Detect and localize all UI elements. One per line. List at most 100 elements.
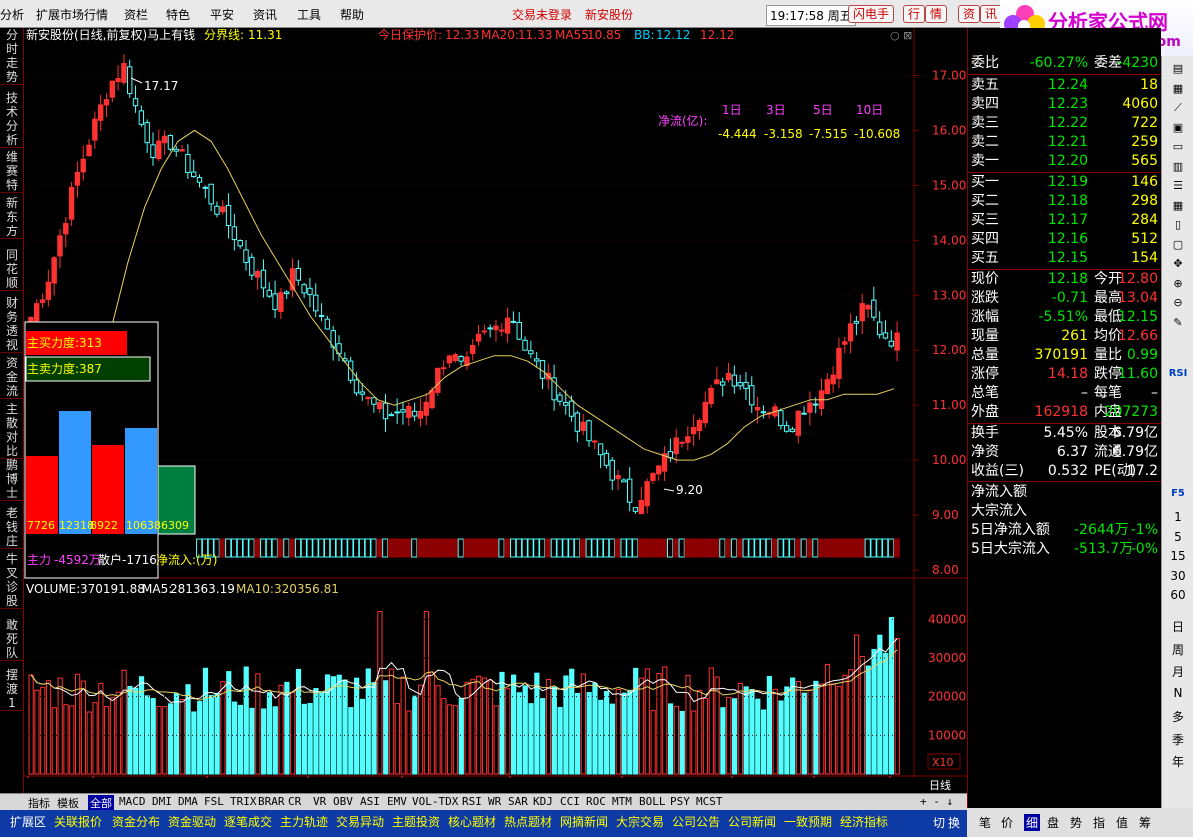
- candle-body[interactable]: [318, 314, 325, 317]
- left-tab-12[interactable]: 敢死队: [0, 618, 24, 661]
- left-tab-5[interactable]: 同花顺: [0, 248, 24, 291]
- volume-bar[interactable]: [133, 687, 139, 775]
- doc-icon[interactable]: ▯: [1168, 216, 1188, 234]
- candle-body[interactable]: [685, 436, 691, 443]
- volume-bar[interactable]: [214, 692, 220, 775]
- candle-body[interactable]: [68, 186, 75, 220]
- bid-row-1[interactable]: 买一 12.19 146: [968, 173, 1162, 192]
- candle-body[interactable]: [714, 379, 720, 385]
- volume-bar[interactable]: [69, 705, 75, 775]
- volume-bar[interactable]: [557, 707, 563, 775]
- candle-body[interactable]: [876, 321, 883, 336]
- candle-body[interactable]: [737, 382, 743, 387]
- volume-bar[interactable]: [662, 666, 668, 775]
- candle-body[interactable]: [417, 410, 424, 419]
- indicator-tab-21[interactable]: ROC: [586, 795, 606, 808]
- candle-body[interactable]: [528, 350, 534, 355]
- indicator-tab-18[interactable]: SAR: [508, 795, 528, 808]
- bottom-tab-7[interactable]: 交易异动: [336, 813, 384, 830]
- volume-bar[interactable]: [173, 693, 180, 775]
- minute-period-30[interactable]: 30: [1162, 569, 1193, 583]
- candle-body[interactable]: [208, 183, 214, 205]
- candle-body[interactable]: [731, 374, 738, 387]
- volume-bar[interactable]: [429, 671, 435, 775]
- menu-tools[interactable]: 工具: [297, 6, 321, 23]
- indicator-tab-11[interactable]: VR: [313, 795, 326, 808]
- volume-bar[interactable]: [877, 634, 883, 775]
- candle-body[interactable]: [865, 304, 871, 310]
- volume-bar[interactable]: [627, 689, 633, 775]
- candle-body[interactable]: [719, 381, 726, 386]
- bid-row-5[interactable]: 买五 12.15 154: [968, 249, 1162, 268]
- volume-bar[interactable]: [458, 697, 464, 775]
- volume-bar[interactable]: [894, 638, 900, 775]
- indicator-tab-1[interactable]: 指标: [28, 795, 50, 811]
- bottom-tab-9[interactable]: 核心题材: [448, 813, 496, 830]
- minute-period-5[interactable]: 5: [1162, 530, 1193, 544]
- chart-icon[interactable]: ▤: [1168, 60, 1188, 78]
- candle-body[interactable]: [470, 344, 476, 355]
- bottom-tab-1[interactable]: 扩展区: [10, 813, 46, 830]
- f5-shortcut[interactable]: F5: [1162, 488, 1193, 499]
- candle-body[interactable]: [115, 78, 121, 83]
- menu-ext-market[interactable]: 扩展市场行情: [36, 6, 108, 23]
- bottom-tab-2[interactable]: 关联报价: [54, 813, 102, 830]
- volume-bar[interactable]: [127, 685, 133, 775]
- candle-body[interactable]: [452, 354, 458, 362]
- period-button-1[interactable]: 日: [1162, 618, 1193, 635]
- volume-bar[interactable]: [330, 676, 337, 775]
- left-tab-6[interactable]: 财务透视: [0, 296, 24, 353]
- bottom-tab-15[interactable]: 一致预期: [784, 813, 832, 830]
- indicator-tab-8[interactable]: TRIX: [230, 795, 257, 808]
- candle-body[interactable]: [754, 406, 761, 411]
- volume-bar[interactable]: [417, 684, 424, 775]
- bid-row-3[interactable]: 买三 12.17 284: [968, 211, 1162, 230]
- flash-trade-button[interactable]: 闪电手: [848, 5, 895, 23]
- volume-bar[interactable]: [40, 686, 46, 775]
- period-button-2[interactable]: 周: [1162, 641, 1193, 658]
- volume-bar[interactable]: [121, 669, 127, 775]
- indicator-tab-25[interactable]: MCST: [696, 795, 723, 808]
- candle-body[interactable]: [813, 403, 819, 406]
- kline-svg[interactable]: 17.00 16.00 15.00 14.00 13.00 12.00 11.00 10.00…: [24, 27, 968, 793]
- candle-body[interactable]: [394, 411, 400, 414]
- candle-body[interactable]: [516, 321, 522, 340]
- bottom-tab-3[interactable]: 资金分布: [112, 813, 160, 830]
- volume-bar[interactable]: [261, 708, 267, 775]
- bottom-right-tab-4[interactable]: 价: [1001, 814, 1013, 831]
- candle-body[interactable]: [185, 153, 191, 174]
- candle-body[interactable]: [202, 186, 209, 189]
- candle-body[interactable]: [371, 397, 377, 405]
- bottom-tab-14[interactable]: 公司新闻: [728, 813, 776, 830]
- left-tab-8[interactable]: 主散对比: [0, 402, 24, 459]
- volume-bar[interactable]: [755, 698, 761, 775]
- volume-bar[interactable]: [377, 611, 383, 775]
- indicator-tab-23[interactable]: BOLL: [639, 795, 666, 808]
- left-tab-7[interactable]: 资金流: [0, 356, 24, 399]
- bottom-tab-5[interactable]: 逐笔成交: [224, 813, 272, 830]
- volume-bar[interactable]: [348, 707, 354, 775]
- volume-bar[interactable]: [202, 667, 209, 775]
- candle-body[interactable]: [644, 481, 650, 507]
- volume-bar[interactable]: [319, 692, 325, 775]
- candle-body[interactable]: [138, 110, 145, 125]
- volume-bar[interactable]: [336, 674, 342, 775]
- candle-body[interactable]: [830, 374, 836, 385]
- candle-body[interactable]: [440, 367, 447, 370]
- volume-bar[interactable]: [249, 707, 255, 775]
- candle-body[interactable]: [522, 339, 528, 351]
- bottom-right-tab-3[interactable]: 笔: [979, 814, 991, 831]
- candle-body[interactable]: [353, 379, 360, 394]
- volume-bar[interactable]: [28, 674, 34, 775]
- zoom-in-icon[interactable]: ⊕: [1168, 275, 1188, 293]
- candle-body[interactable]: [586, 420, 592, 442]
- period-button-7[interactable]: 年: [1162, 753, 1193, 770]
- candle-body[interactable]: [458, 356, 464, 362]
- volume-bar[interactable]: [656, 672, 662, 775]
- volume-bar[interactable]: [528, 703, 534, 775]
- menu-pingan[interactable]: 平安: [210, 6, 234, 23]
- ask-row-4[interactable]: 卖四 12.23 4060: [968, 95, 1162, 114]
- info-button-2[interactable]: 讯: [980, 5, 1003, 23]
- volume-bar[interactable]: [621, 692, 627, 775]
- candle-body[interactable]: [842, 341, 848, 345]
